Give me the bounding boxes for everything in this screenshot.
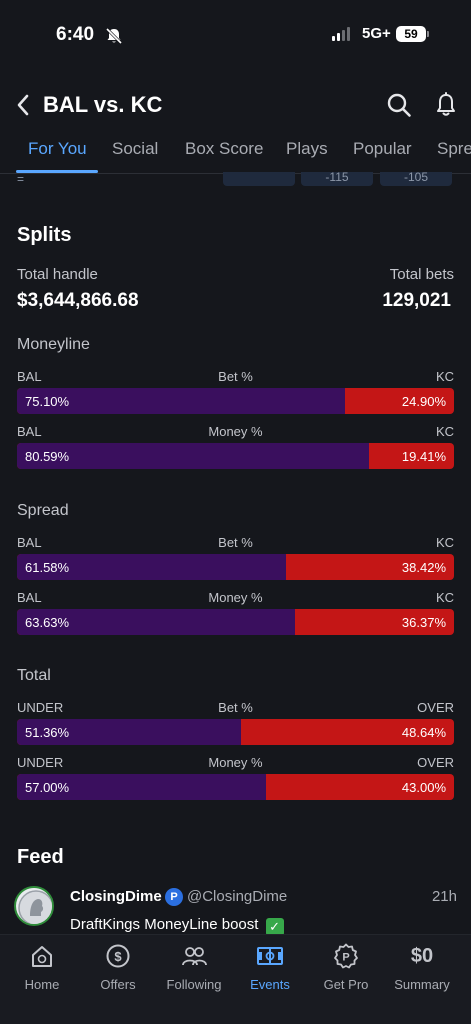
tab-bar: For You Social Box Score Plays Popular S… [0,134,471,174]
feed-author-handle[interactable]: @ClosingDime [187,888,287,905]
dime-icon [18,890,52,924]
network-label: 5G+ [362,25,391,42]
nav-get-pro[interactable]: P Get Pro [308,943,384,992]
nav-label: Offers [100,977,136,992]
feed-title: Feed [17,846,64,868]
nav-label: Home [24,977,60,992]
total-bets-value: 129,021 [382,290,451,311]
split-row-labels: UNDER Money % OVER [17,755,454,773]
right-percent: 48.64% [401,725,446,740]
svg-text:$: $ [114,949,122,964]
nav-events[interactable]: Events [232,943,308,992]
metric-label: Money % [208,590,263,605]
header: BAL vs. KC [0,84,471,128]
split-bar: 57.00% 43.00% [17,774,454,800]
split-bar: 51.36% 48.64% [17,719,454,745]
left-percent: 61.58% [25,560,70,575]
metric-label: Money % [208,424,263,439]
signal-icon [332,27,350,41]
nav-label: Events [250,977,290,992]
right-percent: 43.00% [401,780,446,795]
tab-for-you[interactable]: For You [28,139,87,159]
avatar[interactable] [14,886,54,926]
right-percent: 38.42% [401,560,446,575]
battery-icon: 59 [396,26,426,42]
split-row-labels: UNDER Bet % OVER [17,700,454,718]
tab-popular[interactable]: Popular [353,139,412,159]
right-percent: 24.90% [401,394,446,409]
left-percent: 51.36% [25,725,70,740]
status-time: 6:40 [56,24,95,45]
split-row-labels: BAL Bet % KC [17,535,454,553]
tab-plays[interactable]: Plays [286,139,328,159]
right-team-label: KC [435,369,454,384]
home-icon [32,946,52,967]
nav-label: Get Pro [323,977,369,992]
odds-strip: = -115 -105 [0,172,471,188]
left-percent: 75.10% [25,394,70,409]
right-percent: 19.41% [401,449,446,464]
odds-chip[interactable]: -105 [380,172,452,186]
split-row-labels: BAL Money % KC [17,590,454,608]
splits-title: Splits [17,224,72,246]
nav-following[interactable]: Following [156,943,232,992]
right-percent: 36.37% [401,615,446,630]
battery-tip [427,31,429,37]
bell-muted-icon [105,27,123,45]
nav-label: Following [166,977,222,992]
odds-chip[interactable] [223,172,295,186]
summary-icon: $0 [410,945,434,967]
tab-social[interactable]: Social [112,139,158,159]
get-pro-icon: P [334,943,358,969]
nav-offers[interactable]: $ Offers [80,943,156,992]
split-bar: 75.10% 24.90% [17,388,454,414]
metric-label: Bet % [218,369,253,384]
odds-chip[interactable]: -115 [301,172,373,186]
left-percent: 63.63% [25,615,70,630]
total-bets-label: Total bets [389,266,454,283]
nav-summary[interactable]: $0 Summary [384,943,460,992]
bell-icon[interactable] [434,91,458,119]
feed-timestamp: 21h [431,888,457,905]
right-team-label: OVER [417,755,454,770]
moneyline-title: Moneyline [17,336,90,353]
page-title: BAL vs. KC [43,92,163,117]
total-handle-label: Total handle [17,266,98,283]
split-bar: 63.63% 36.37% [17,609,454,635]
nav-label: Summary [394,977,450,992]
status-bar: 6:40 5G+ 59 [0,0,471,70]
search-icon[interactable] [386,92,412,118]
tab-box-score[interactable]: Box Score [185,139,263,159]
feed-post-body: DraftKings MoneyLine boost [70,916,259,933]
left-percent: 80.59% [25,449,70,464]
split-bar: 80.59% 19.41% [17,443,454,469]
odds-dash: = [17,172,25,186]
left-percent: 57.00% [25,780,70,795]
split-bar-left-fill [17,443,370,469]
right-team-label: KC [435,424,454,439]
total-handle-value: $3,644,866.68 [17,290,139,311]
total-title: Total [17,667,51,684]
verified-icon: P [165,888,183,906]
right-team-label: OVER [417,700,454,715]
split-row-labels: BAL Bet % KC [17,369,454,387]
tab-spread[interactable]: Spre [437,139,471,159]
spread-title: Spread [17,502,69,519]
split-row-labels: BAL Money % KC [17,424,454,442]
following-icon [182,947,207,966]
feed-author-name[interactable]: ClosingDime [70,888,162,905]
metric-label: Money % [208,755,263,770]
svg-text:P: P [342,952,349,964]
right-team-label: KC [435,590,454,605]
bottom-nav: Home $ Offers Following Events P Get Pro… [0,934,471,1024]
events-icon [257,947,283,965]
right-team-label: KC [435,535,454,550]
feed-post-text: DraftKings MoneyLine boost ✓ [70,916,284,936]
metric-label: Bet % [218,700,253,715]
offers-icon: $ [106,944,130,968]
back-icon[interactable] [14,92,34,118]
nav-home[interactable]: Home [4,943,80,992]
split-bar: 61.58% 38.42% [17,554,454,580]
metric-label: Bet % [218,535,253,550]
